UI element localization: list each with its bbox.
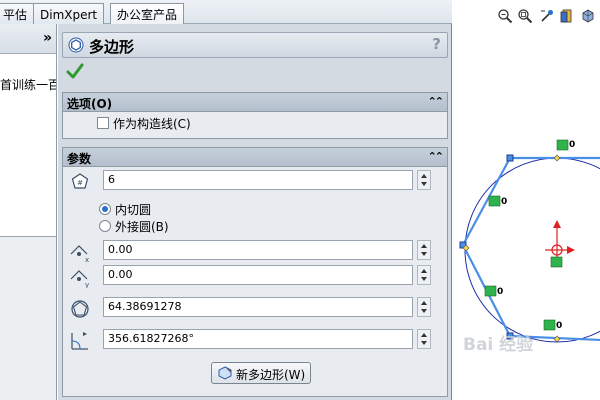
number-of-sides-icon: # (71, 173, 89, 189)
dimension-label: 0 (497, 287, 504, 297)
relation-badge (484, 285, 497, 297)
feature-tree-panel: » 首训练一百一 (0, 24, 57, 400)
sides-spinner[interactable] (417, 170, 431, 190)
inscribed-radio-label: 内切圆 (115, 203, 152, 217)
inscribed-radio[interactable] (99, 203, 111, 215)
center-y-icon: y (70, 270, 89, 288)
diameter-spinner[interactable] (417, 297, 431, 317)
edge-midpoint (553, 154, 561, 162)
circle-diameter-icon (71, 300, 89, 318)
feature-tree-item[interactable]: 首训练一百一 (0, 76, 56, 93)
collapse-chevron-icon[interactable]: ⌃⌃ (428, 150, 445, 163)
dimension-label: 0 (569, 140, 576, 150)
new-polygon-button-label: 新多边形(W) (236, 368, 306, 382)
circumscribed-radio-label: 外接圆(B) (115, 220, 169, 234)
zoom-to-fit-icon[interactable] (497, 8, 513, 24)
fix-relation-icon (550, 256, 563, 268)
svg-text:#: # (77, 179, 83, 187)
expand-panel-button[interactable]: » (43, 30, 52, 46)
center-x-icon: x (70, 245, 89, 263)
relation-badge (488, 195, 501, 207)
center-x-spinner[interactable] (417, 240, 431, 260)
command-manager-tabs: 平估 DimXpert 办公室产品 (0, 0, 452, 24)
parameters-group-header[interactable]: 参数 ⌃⌃ (63, 148, 447, 167)
section-view-icon[interactable] (559, 8, 575, 24)
panel-lower-area (0, 237, 56, 400)
options-group: 选项(O) ⌃⌃ 作为构造线(C) (62, 92, 448, 139)
sides-input[interactable]: 6 (103, 170, 413, 190)
feature-tree-header: » (0, 24, 56, 54)
parameters-group: 参数 ⌃⌃ # 6 内切圆 外接圆(B) x 0.00 y 0.00 64.38… (62, 147, 448, 397)
polygon-vertex[interactable] (506, 154, 514, 162)
center-y-spinner[interactable] (417, 265, 431, 285)
watermark: Bai 经验 (463, 335, 534, 355)
parameters-group-title: 参数 (67, 152, 92, 166)
polygon-tool-icon (68, 37, 84, 53)
inscribed-circle (464, 157, 600, 343)
diameter-input[interactable]: 64.38691278 (103, 297, 413, 317)
angle-input[interactable]: 356.61827268° (103, 329, 413, 349)
svg-text:x: x (85, 256, 89, 263)
options-group-title: 选项(O) (67, 97, 113, 111)
angle-icon (71, 332, 88, 350)
polygon-edges (461, 156, 600, 342)
collapse-chevron-icon[interactable]: ⌃⌃ (428, 95, 445, 108)
dimension-label: 0 (501, 197, 508, 207)
previous-view-icon[interactable] (539, 8, 555, 24)
property-manager-title-bar: 多边形 ? (62, 32, 448, 58)
sketch-polygon-preview (459, 139, 600, 343)
new-polygon-icon (218, 366, 232, 380)
new-polygon-button[interactable]: 新多边形(W) (211, 362, 311, 384)
help-button[interactable]: ? (432, 35, 441, 53)
tab-dimxpert[interactable]: DimXpert (33, 3, 105, 24)
svg-text:y: y (85, 281, 89, 288)
angle-spinner[interactable] (417, 329, 431, 349)
options-group-header[interactable]: 选项(O) ⌃⌃ (63, 93, 447, 112)
construction-checkbox[interactable] (97, 117, 109, 129)
dimension-label: 0 (556, 321, 563, 331)
circumscribed-radio[interactable] (99, 220, 111, 232)
tab-evaluate[interactable]: 平估 (0, 3, 35, 24)
view-orientation-icon[interactable] (580, 8, 596, 24)
center-y-input[interactable]: 0.00 (103, 265, 413, 285)
construction-checkbox-label: 作为构造线(C) (113, 117, 191, 131)
ok-checkmark-icon[interactable] (66, 62, 84, 80)
center-x-input[interactable]: 0.00 (103, 240, 413, 260)
property-manager: 多边形 ? 选项(O) ⌃⌃ 作为构造线(C) 参数 ⌃⌃ # 6 内切圆 外接… (58, 24, 452, 400)
zoom-area-icon[interactable] (517, 8, 533, 24)
tab-office-products[interactable]: 办公室产品 (110, 3, 185, 24)
page-title: 多边形 (89, 38, 135, 56)
relation-badge (543, 319, 556, 331)
relation-badge (556, 139, 569, 151)
